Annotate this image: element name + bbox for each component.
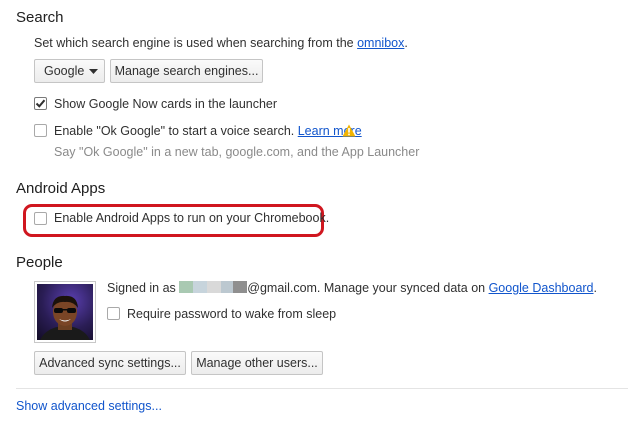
google-now-checkbox[interactable]: [34, 97, 47, 110]
email-suffix: @gmail.com. Manage your synced data on: [247, 281, 489, 295]
profile-photo-image: [40, 295, 90, 340]
chevron-down-icon: [89, 69, 98, 74]
ok-google-checkbox[interactable]: [34, 124, 47, 137]
require-password-checkbox[interactable]: [107, 307, 120, 320]
signed-in-prefix: Signed in as: [107, 281, 180, 295]
search-description: Set which search engine is used when sea…: [34, 36, 408, 50]
search-engine-select[interactable]: Google: [34, 59, 105, 83]
signed-in-text: Signed in as @gmail.com. Manage your syn…: [107, 281, 597, 295]
search-description-end: .: [404, 36, 408, 50]
ok-google-hint: Say "Ok Google" in a new tab, google.com…: [54, 145, 420, 159]
require-password-label: Require password to wake from sleep: [127, 307, 337, 321]
android-apps-section-title: Android Apps: [16, 180, 106, 197]
manage-search-engines-button[interactable]: Manage search engines...: [110, 59, 263, 83]
search-description-text: Set which search engine is used when sea…: [34, 36, 358, 50]
enable-android-apps-checkbox[interactable]: [34, 212, 47, 225]
search-section-title: Search: [16, 9, 64, 26]
signed-in-end: .: [593, 281, 597, 295]
manage-other-users-button[interactable]: Manage other users...: [191, 351, 323, 375]
avatar[interactable]: [34, 281, 96, 343]
search-engine-select-value: Google: [44, 64, 85, 78]
people-section-title: People: [16, 254, 63, 271]
redacted-email: [179, 281, 248, 295]
google-dashboard-link[interactable]: Google Dashboard: [489, 281, 594, 295]
enable-android-apps-label: Enable Android Apps to run on your Chrom…: [54, 211, 330, 225]
ok-google-label: Enable "Ok Google" to start a voice sear…: [54, 124, 295, 138]
checkmark-icon: [35, 99, 46, 108]
advanced-sync-settings-button[interactable]: Advanced sync settings...: [34, 351, 186, 375]
google-now-label: Show Google Now cards in the launcher: [54, 97, 278, 111]
section-divider: [16, 388, 628, 389]
omnibox-link[interactable]: omnibox: [357, 36, 404, 50]
profile-photo: [37, 284, 93, 340]
warning-icon: [342, 124, 356, 137]
ok-google-row: Enable "Ok Google" to start a voice sear…: [54, 124, 362, 138]
show-advanced-settings-link[interactable]: Show advanced settings...: [16, 399, 162, 413]
